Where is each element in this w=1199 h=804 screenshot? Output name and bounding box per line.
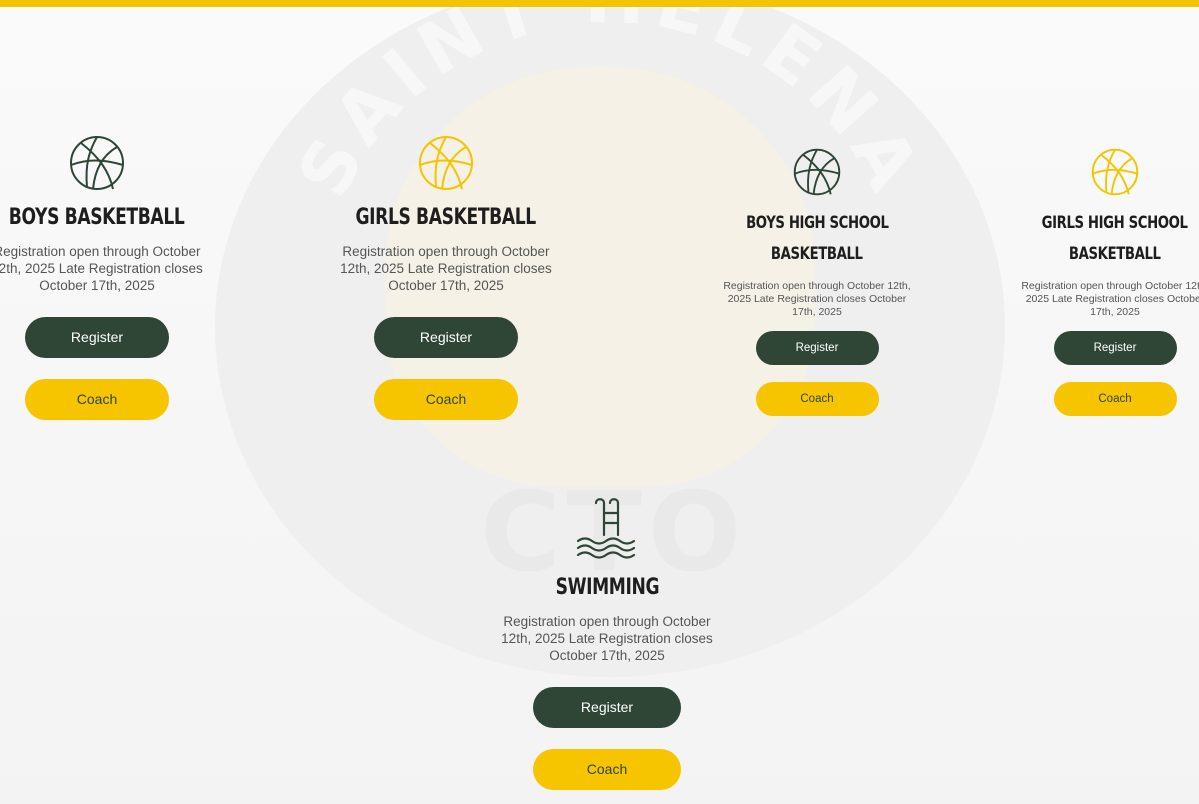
program-card-girls-basketball: Girls Basketball Registration open throu… [326,135,566,420]
register-button[interactable]: Register [755,331,879,366]
coach-button[interactable]: Coach [533,748,681,790]
coach-button[interactable]: Coach [25,378,169,420]
basketball-icon [419,136,473,190]
register-button[interactable]: Register [25,316,169,358]
program-card-swimming: Swimming Registration open through Octob… [487,497,727,790]
register-button[interactable]: Register [533,686,681,728]
basketball-icon [793,148,841,196]
register-button[interactable]: Register [374,316,518,358]
basketball-icon [70,136,124,190]
pool-ladder-icon [576,498,636,559]
register-button[interactable]: Register [1053,331,1177,366]
program-title: Boys Basketball [9,205,185,230]
program-title-line-1: Girls High School [1041,213,1189,233]
program-title: Girls Basketball [355,205,537,230]
program-description: Registration open through October 12th, … [1021,280,1199,319]
coach-button[interactable]: Coach [374,378,518,420]
program-title-line-2: Basketball [1069,244,1161,264]
program-description: Registration open through October 12th, … [723,280,911,319]
coach-button[interactable]: Coach [1053,382,1177,417]
program-title-line-2: Basketball [771,244,863,264]
coach-button[interactable]: Coach [755,382,879,417]
program-description: Registration open through October 12th, … [501,614,713,663]
program-card-girls-high-school-basketball: Girls High School Basketball Registratio… [1015,148,1199,417]
program-description: Registration open through October 12th, … [0,244,203,293]
basketball-icon [1091,148,1139,196]
program-title-line-1: Boys High School [745,213,889,233]
program-description: Registration open through October 12th, … [340,244,552,293]
program-card-boys-basketball: Boys Basketball Registration open throug… [0,135,217,420]
program-card-boys-high-school-basketball: Boys High School Basketball Registration… [717,148,917,417]
program-title: Swimming [555,575,659,600]
top-accent-bar [0,0,1199,7]
